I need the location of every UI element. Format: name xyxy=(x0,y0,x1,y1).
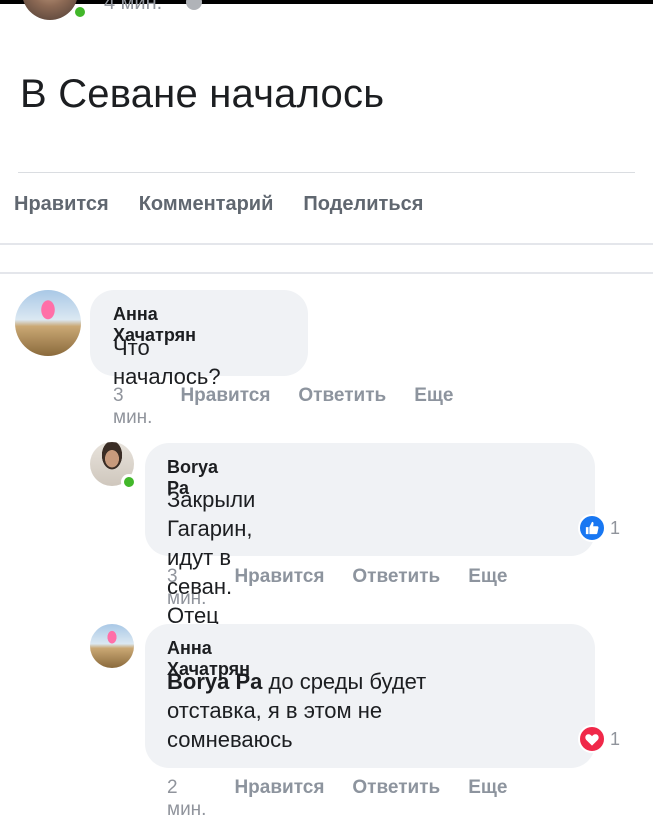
comment-reply-button[interactable]: Ответить xyxy=(352,777,440,821)
share-button[interactable]: Поделиться xyxy=(303,193,423,216)
divider xyxy=(18,172,635,173)
like-button[interactable]: Нравится xyxy=(14,193,109,216)
author-avatar[interactable] xyxy=(22,0,78,20)
comment-like-button[interactable]: Нравится xyxy=(234,566,324,610)
divider xyxy=(0,243,653,245)
globe-icon xyxy=(186,0,202,10)
comment-like-button[interactable]: Нравится xyxy=(234,777,324,821)
comment-more-button[interactable]: Еще xyxy=(468,566,507,610)
comment-reply-button[interactable]: Ответить xyxy=(298,385,386,429)
comment-actions: 3 мин. Нравится Ответить Еще xyxy=(167,566,508,610)
comment-actions: 3 мин. Нравится Ответить Еще xyxy=(113,385,454,429)
post-timestamp: 4 мин. xyxy=(104,0,163,14)
heart-icon xyxy=(578,725,606,753)
reaction-count: 1 xyxy=(610,728,621,749)
avatar[interactable] xyxy=(15,290,81,356)
comment-timestamp: 3 мин. xyxy=(113,385,153,428)
comment-text: Borya Pa до среды будет отставка, я в эт… xyxy=(167,667,567,754)
online-status-icon xyxy=(72,4,88,20)
online-status-icon xyxy=(121,474,137,490)
reaction-summary[interactable]: 1 xyxy=(578,514,620,542)
comment-text: Что началось? xyxy=(113,335,221,389)
comment-actions: 2 мин. Нравится Ответить Еще xyxy=(167,777,508,821)
divider xyxy=(0,272,653,274)
comment-more-button[interactable]: Еще xyxy=(414,385,453,429)
comment-timestamp: 3 мин. xyxy=(167,566,207,609)
reaction-summary[interactable]: 1 xyxy=(578,725,620,753)
like-icon xyxy=(578,514,606,542)
avatar[interactable] xyxy=(90,624,134,668)
mention-link[interactable]: Borya Pa xyxy=(167,669,262,694)
comment-button[interactable]: Комментарий xyxy=(139,193,274,216)
comment-like-button[interactable]: Нравится xyxy=(180,385,270,429)
comment-more-button[interactable]: Еще xyxy=(468,777,507,821)
post-actions: Нравится Комментарий Поделиться xyxy=(14,193,423,216)
post-header: 4 мин. xyxy=(0,0,653,22)
reaction-count: 1 xyxy=(610,517,621,538)
post-text: В Севане началось xyxy=(20,72,385,116)
comment-reply-button[interactable]: Ответить xyxy=(352,566,440,610)
comment-timestamp: 2 мин. xyxy=(167,777,207,820)
